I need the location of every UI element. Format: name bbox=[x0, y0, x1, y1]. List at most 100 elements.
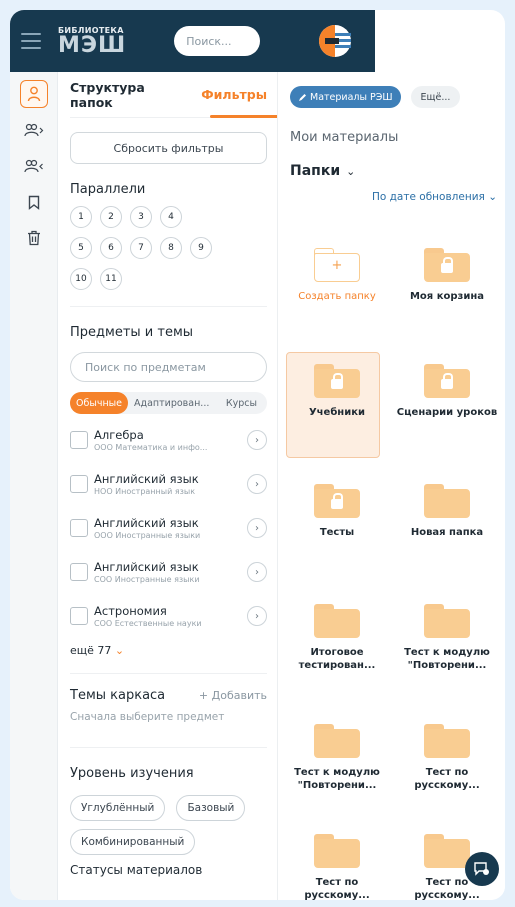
grade-chip[interactable]: 5 bbox=[70, 237, 92, 259]
folder-label: Тест по русскому... bbox=[304, 877, 370, 900]
trash-icon[interactable] bbox=[20, 224, 48, 252]
reset-filters-button[interactable]: Сбросить фильтры bbox=[70, 132, 267, 164]
chevron-right-icon[interactable]: › bbox=[247, 430, 267, 450]
sort-dropdown[interactable]: По дате обновления ⌄ bbox=[278, 191, 497, 203]
source-tags: Материалы РЭШ Ещё... bbox=[290, 86, 505, 108]
subject-name: Английский язык bbox=[94, 472, 199, 486]
level-combined-chip[interactable]: Комбинированный bbox=[70, 829, 196, 855]
tag-resh-materials[interactable]: Материалы РЭШ bbox=[290, 86, 401, 108]
user-icon[interactable] bbox=[19, 80, 48, 108]
folder-tile[interactable]: Итоговое тестирован... bbox=[282, 604, 392, 672]
chevron-right-icon[interactable]: › bbox=[247, 606, 267, 626]
app-frame: БИБЛИОТЕКА МЭШ Поиск... Структура папок … bbox=[10, 10, 505, 900]
grades-title: Параллели bbox=[70, 182, 146, 197]
grade-chip[interactable]: 4 bbox=[160, 206, 182, 228]
folder-tile[interactable]: Учебники bbox=[282, 352, 392, 458]
chevron-right-icon[interactable]: › bbox=[247, 474, 267, 494]
folder-tile[interactable]: Тест к модулю "Повторени... bbox=[282, 724, 392, 792]
folders-heading[interactable]: Папки ⌄ bbox=[290, 163, 505, 179]
panel-tabs: Структура папок Фильтры bbox=[70, 72, 277, 118]
folder-tile[interactable]: Сценарии уроков bbox=[392, 364, 502, 419]
grade-chip[interactable]: 6 bbox=[100, 237, 122, 259]
top-header: БИБЛИОТЕКА МЭШ Поиск... bbox=[10, 10, 375, 72]
folder-tile[interactable]: + Создать папку bbox=[282, 248, 392, 303]
bookmark-icon[interactable] bbox=[20, 188, 48, 216]
add-topic-button[interactable]: + Добавить bbox=[199, 689, 267, 702]
locked-folder-icon bbox=[424, 248, 470, 282]
subject-checkbox[interactable] bbox=[70, 519, 88, 537]
grade-chip[interactable]: 1 bbox=[70, 206, 92, 228]
folder-tile[interactable]: Новая папка bbox=[392, 484, 502, 539]
level-title: Уровень изучения bbox=[70, 766, 194, 781]
seg-adapted[interactable]: Адаптирован... bbox=[128, 398, 215, 409]
tab-filters[interactable]: Фильтры bbox=[201, 87, 267, 102]
folder-tile[interactable]: Тест по русскому... bbox=[282, 834, 392, 900]
folder-tile[interactable]: Моя корзина bbox=[392, 248, 502, 303]
global-search-input[interactable]: Поиск... bbox=[174, 26, 261, 56]
folder-tile[interactable]: Тест по русскому... bbox=[392, 724, 502, 792]
folder-tile[interactable]: Тест к модулю "Повторени... bbox=[392, 604, 502, 672]
subject-checkbox[interactable] bbox=[70, 563, 88, 581]
users-shared-in-icon[interactable] bbox=[20, 152, 48, 180]
subject-level: СОО Естественные науки bbox=[94, 619, 202, 628]
subject-checkbox[interactable] bbox=[70, 475, 88, 493]
subject-item: Алгебра ООО Математика и инфо... › bbox=[70, 422, 267, 458]
folder-tile[interactable]: Тесты bbox=[282, 484, 392, 539]
breadcrumb[interactable]: Мои материалы bbox=[290, 130, 505, 145]
folder-icon bbox=[424, 834, 470, 868]
section-divider bbox=[70, 747, 267, 748]
chevron-right-icon[interactable]: › bbox=[247, 518, 267, 538]
level-basic-chip[interactable]: Базовый bbox=[176, 795, 246, 821]
folder-label: Тест к модулю "Повторени... bbox=[294, 767, 380, 791]
active-tab-indicator bbox=[210, 115, 277, 118]
chevron-down-icon: ⌄ bbox=[346, 165, 356, 178]
subject-checkbox[interactable] bbox=[70, 431, 88, 449]
grade-chip[interactable]: 7 bbox=[130, 237, 152, 259]
level-advanced-chip[interactable]: Углублённый bbox=[70, 795, 166, 821]
subject-item: Английский язык ООО Иностранные языки › bbox=[70, 510, 267, 546]
folder-label: Тест к модулю "Повторени... bbox=[404, 647, 490, 671]
folder-label: Сценарии уроков bbox=[396, 407, 498, 418]
menu-icon[interactable] bbox=[16, 26, 46, 56]
brand-logo-icon bbox=[315, 21, 355, 61]
new-folder-icon: + bbox=[314, 248, 360, 282]
grades-row: 10 11 bbox=[70, 268, 267, 290]
tag-more-button[interactable]: Ещё... bbox=[410, 86, 461, 108]
subject-level: СОО Иностранные языки bbox=[94, 575, 200, 584]
subject-level: ООО Математика и инфо... bbox=[94, 443, 208, 452]
subject-checkbox[interactable] bbox=[70, 607, 88, 625]
chevron-right-icon[interactable]: › bbox=[247, 562, 267, 582]
grade-chip[interactable]: 9 bbox=[190, 237, 212, 259]
seg-courses[interactable]: Курсы bbox=[220, 398, 267, 409]
frame-topics-row: Темы каркаса + Добавить bbox=[70, 688, 267, 703]
locked-folder-icon bbox=[314, 364, 360, 398]
users-shared-out-icon[interactable] bbox=[20, 116, 48, 144]
grade-chip[interactable]: 11 bbox=[100, 268, 122, 290]
folder-label: Моя корзина bbox=[409, 291, 484, 302]
locked-folder-icon bbox=[314, 484, 360, 518]
folder-icon bbox=[424, 484, 470, 518]
subjects-title: Предметы и темы bbox=[70, 325, 194, 340]
chat-support-icon[interactable] bbox=[465, 852, 499, 886]
grade-chip[interactable]: 8 bbox=[160, 237, 182, 259]
subject-level: НОО Иностранный язык bbox=[94, 487, 196, 496]
folder-label: Учебники bbox=[308, 407, 366, 418]
show-more-subjects[interactable]: ещё 77 ⌄ bbox=[70, 644, 267, 657]
seg-ordinary[interactable]: Обычные bbox=[70, 392, 129, 414]
subject-search-input[interactable]: Поиск по предметам bbox=[70, 352, 267, 382]
filter-panel: Структура папок Фильтры Сбросить фильтры… bbox=[58, 72, 278, 900]
subject-name: Английский язык bbox=[94, 560, 199, 574]
grade-chip[interactable]: 3 bbox=[130, 206, 152, 228]
subject-item: Английский язык НОО Иностранный язык › bbox=[70, 466, 267, 502]
grade-chip[interactable]: 2 bbox=[100, 206, 122, 228]
folder-icon bbox=[314, 724, 360, 758]
library-logo[interactable]: БИБЛИОТЕКА МЭШ bbox=[58, 26, 126, 57]
side-rail bbox=[10, 72, 58, 900]
grade-chip[interactable]: 10 bbox=[70, 268, 92, 290]
folder-label: Тест по русскому... bbox=[414, 767, 480, 791]
grades-row: 5 6 7 8 9 bbox=[70, 237, 267, 259]
subject-level: ООО Иностранные языки bbox=[94, 531, 201, 540]
folder-icon bbox=[314, 604, 360, 638]
tab-folder-structure[interactable]: Структура папок bbox=[70, 80, 179, 110]
folder-label: Тесты bbox=[319, 527, 355, 538]
